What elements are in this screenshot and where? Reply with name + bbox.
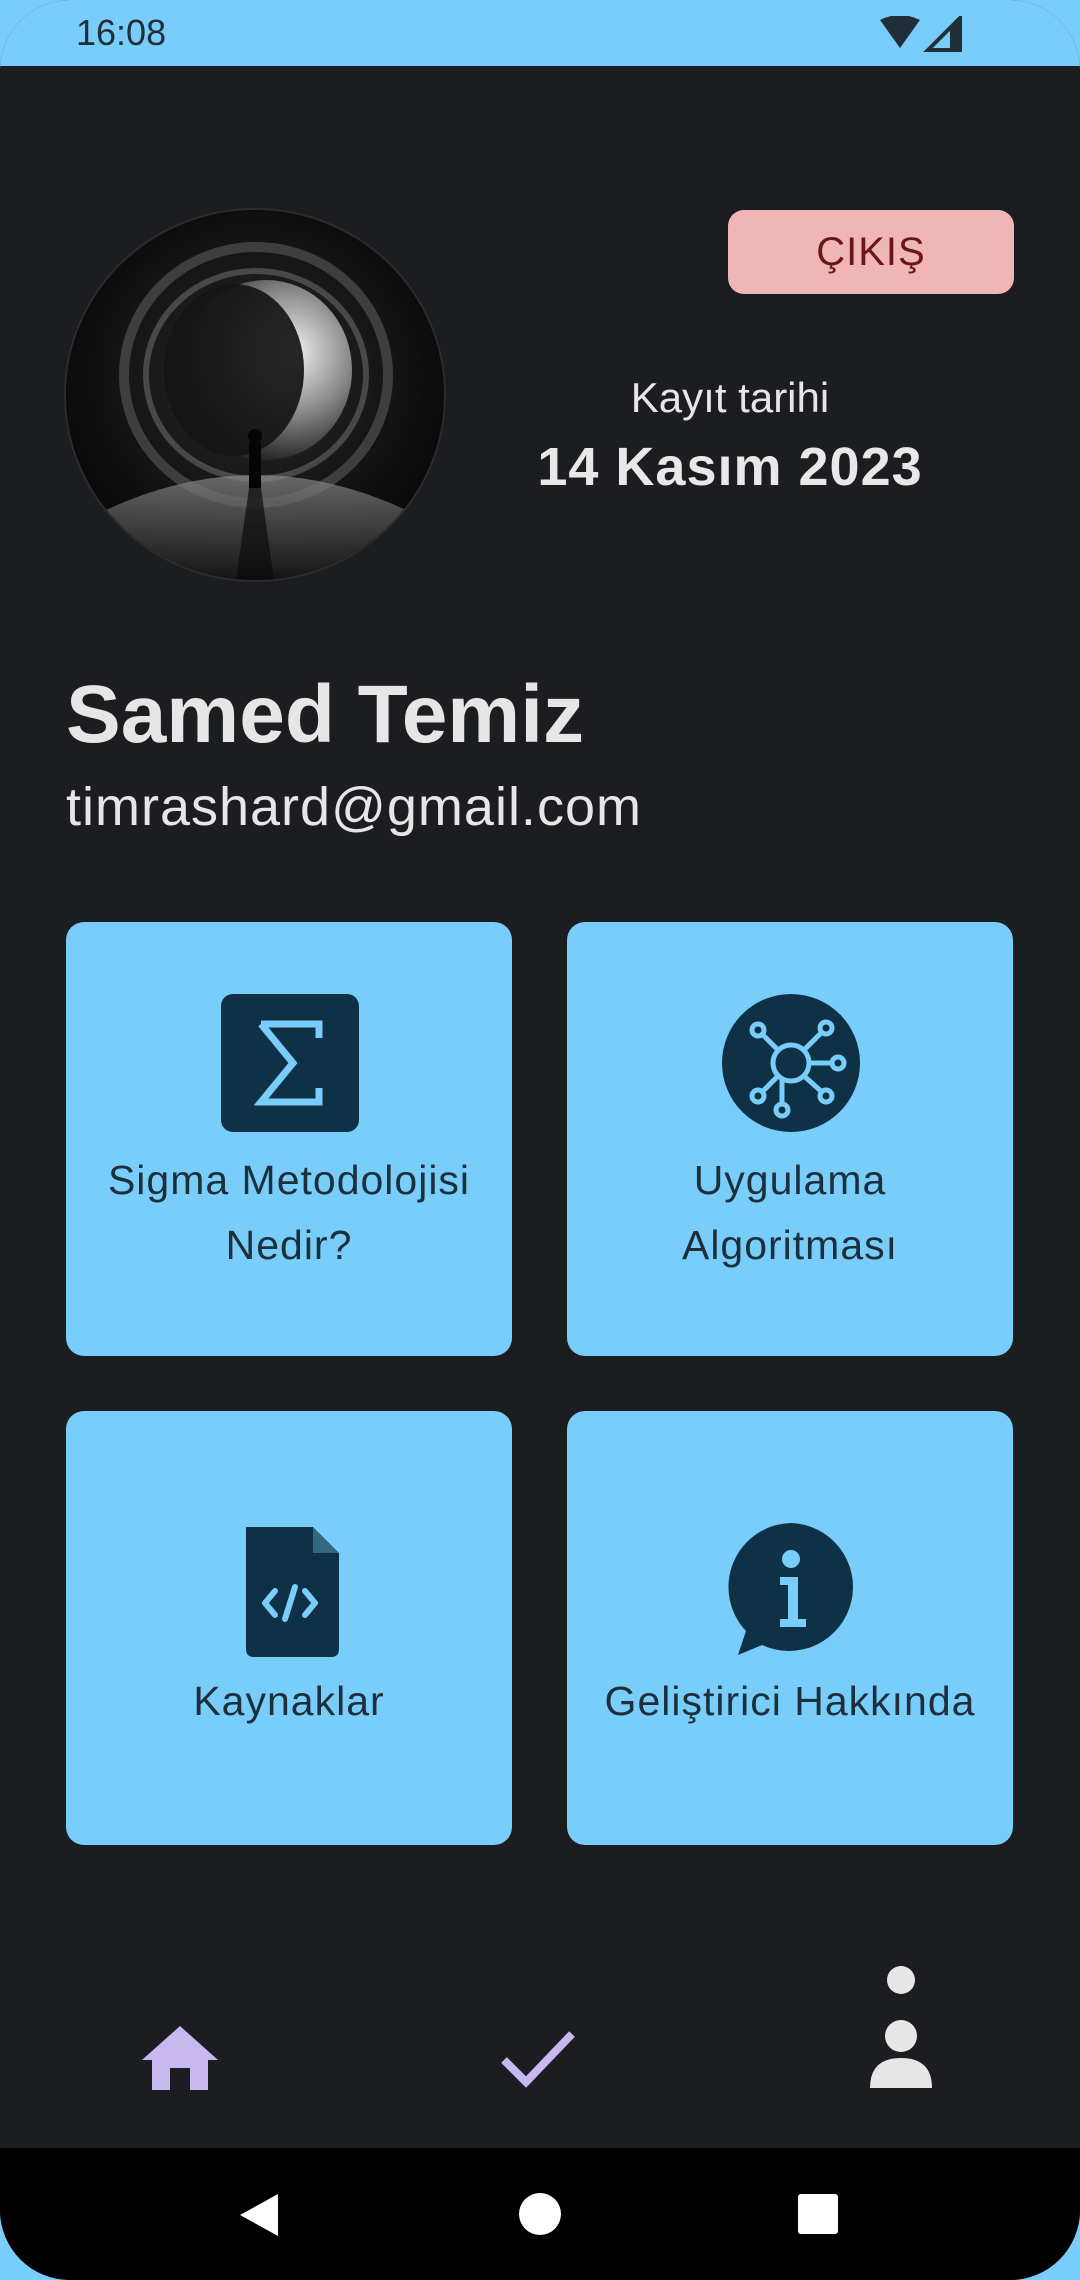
card-application-algorithm[interactable]: Uygulama Algoritması — [567, 922, 1013, 1356]
sigma-icon — [221, 994, 359, 1132]
registration-label: Kayıt tarihi — [630, 374, 830, 421]
app-screen: 16:08 ÇIKIŞ Kayıt tarihi 14 Kasım 2023 S… — [0, 0, 1080, 2280]
card-label-line2: Nedir? — [225, 1222, 353, 1268]
card-label-line1: Uygulama — [693, 1157, 887, 1203]
card-sigma-methodology[interactable]: Sigma Metodolojisi Nedir? — [66, 922, 512, 1356]
registration-date: 14 Kasım 2023 — [537, 437, 923, 497]
user-name: Samed Temiz — [66, 669, 584, 760]
card-label-line1: Sigma Metodolojisi — [107, 1157, 471, 1203]
check-icon[interactable] — [500, 2028, 576, 2090]
system-navigation-bar — [0, 2148, 1080, 2280]
card-label: Geliştirici Hakkında — [604, 1678, 976, 1724]
status-icons — [880, 16, 962, 52]
back-icon[interactable] — [236, 2192, 280, 2238]
profile-avatar[interactable] — [66, 210, 444, 580]
info-bubble-icon — [728, 1523, 853, 1655]
card-resources[interactable]: Kaynaklar — [66, 1411, 512, 1845]
code-file-icon — [246, 1527, 339, 1657]
logout-button[interactable]: ÇIKIŞ — [728, 210, 1014, 294]
wifi-icon — [880, 16, 920, 48]
user-email: timrashard@gmail.com — [66, 777, 642, 837]
person-icon[interactable] — [866, 1966, 936, 2090]
card-label: Kaynaklar — [193, 1678, 385, 1724]
home-circle-icon[interactable] — [518, 2192, 562, 2236]
status-time: 16:08 — [76, 12, 167, 53]
home-icon[interactable] — [140, 2024, 220, 2094]
card-label-line2: Algoritması — [681, 1222, 899, 1268]
bottom-navigation — [0, 1940, 1080, 2148]
card-about-developer[interactable]: Geliştirici Hakkında — [567, 1411, 1013, 1845]
recents-icon[interactable] — [798, 2194, 838, 2234]
network-hub-icon — [722, 994, 860, 1132]
status-bar: 16:08 — [0, 0, 1080, 66]
